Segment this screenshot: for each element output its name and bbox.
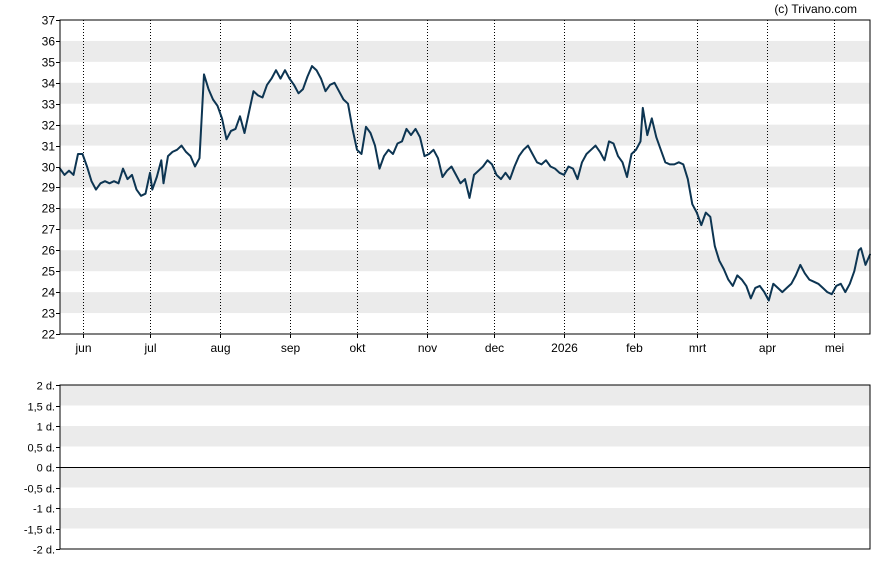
x-tick-label: 2026 [551, 341, 578, 355]
x-tick-label: mrt [689, 341, 707, 355]
sub-y-tick-label: -0,5 d. [24, 484, 55, 496]
sub-y-tick-label: -1,5 d. [24, 525, 55, 537]
x-tick-label: apr [759, 341, 776, 355]
y-tick-label: 37 [42, 14, 56, 28]
sub-y-tick-label: 2 d. [37, 381, 55, 393]
x-tick-label: dec [485, 341, 504, 355]
x-tick-label: mei [825, 341, 844, 355]
volume-chart-y-axis: 2 d. 1,5 d. 1 d. 0,5 d. 0 d. -0,5 d. -1 d. -1,5… [24, 381, 60, 557]
y-tick-label: 30 [42, 161, 56, 175]
price-band [60, 166, 870, 188]
y-tick-label: 34 [42, 77, 56, 91]
x-tick-label: jul [143, 341, 156, 355]
sub-y-tick-label: 0,5 d. [27, 443, 55, 455]
y-tick-label: 33 [42, 98, 56, 112]
y-tick-label: 27 [42, 223, 56, 237]
sub-y-tick-label: 1 d. [37, 422, 55, 434]
x-tick-label: feb [626, 341, 643, 355]
y-tick-label: 36 [42, 35, 56, 49]
chart-root: (c) Trivano.com 22 23 24 25 26 27 28 29 30 31 32 33… [24, 2, 871, 557]
y-tick-label: 22 [42, 328, 56, 342]
sub-band [60, 508, 870, 529]
x-tick-label: jun [74, 341, 91, 355]
x-tick-label: okt [349, 341, 366, 355]
price-chart-y-axis: 22 23 24 25 26 27 28 29 30 31 32 33 34 35 36 37 [42, 14, 60, 342]
y-tick-label: 29 [42, 181, 56, 195]
y-tick-label: 35 [42, 56, 56, 70]
y-tick-label: 32 [42, 119, 56, 133]
price-band [60, 40, 870, 62]
sub-band [60, 426, 870, 447]
y-tick-label: 23 [42, 307, 56, 321]
sub-y-tick-label: -1 d. [33, 504, 55, 516]
credit-text: (c) Trivano.com [774, 2, 857, 16]
sub-y-tick-label: 0 d. [37, 463, 55, 475]
y-tick-label: 31 [42, 140, 56, 154]
price-band [60, 82, 870, 104]
x-tick-label: sep [281, 341, 301, 355]
price-band [60, 292, 870, 314]
sub-y-tick-label: 1,5 d. [27, 402, 55, 414]
x-tick-label: nov [418, 341, 437, 355]
price-band [60, 250, 870, 272]
price-band [60, 208, 870, 230]
x-tick-label: aug [210, 341, 230, 355]
sub-band [60, 385, 870, 406]
y-tick-label: 24 [42, 286, 56, 300]
price-band [60, 124, 870, 146]
volume-chart-bands [60, 385, 870, 529]
price-chart-x-axis: jun jul aug sep okt nov dec 2026 feb mrt apr mei [74, 334, 844, 355]
sub-y-tick-label: -2 d. [33, 545, 55, 557]
sub-band [60, 467, 870, 488]
price-chart-bands [60, 40, 870, 314]
y-tick-label: 28 [42, 202, 56, 216]
y-tick-label: 25 [42, 265, 56, 279]
y-tick-label: 26 [42, 244, 56, 258]
